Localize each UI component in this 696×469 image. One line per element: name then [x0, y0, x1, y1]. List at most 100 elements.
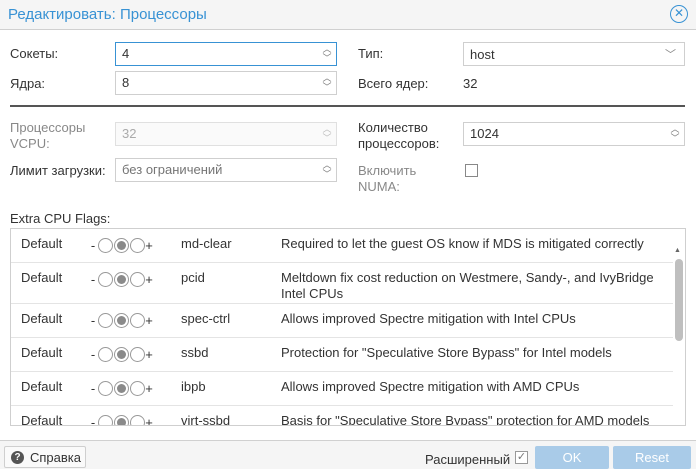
cpu-flags-grid: Default - + md-clear Required to let the…: [10, 228, 686, 426]
scroll-up-icon[interactable]: ▲: [674, 247, 681, 254]
radio-on[interactable]: [129, 346, 145, 362]
radio-default[interactable]: [113, 271, 129, 287]
close-icon[interactable]: ✕: [670, 5, 688, 23]
minus-label: -: [90, 414, 96, 426]
cores-label: Ядра:: [10, 76, 46, 91]
sockets-input[interactable]: [122, 46, 302, 61]
plus-label: +: [145, 414, 153, 426]
plus-label: +: [145, 346, 153, 362]
type-label: Тип:: [358, 46, 384, 61]
type-value: host: [470, 47, 495, 62]
flag-state-selector[interactable]: - +: [89, 271, 153, 287]
flag-state-selector[interactable]: - +: [89, 380, 153, 396]
radio-default[interactable]: [113, 414, 129, 425]
cpu-units-label: Количество процессоров:: [358, 120, 439, 152]
cores-input[interactable]: [122, 75, 302, 90]
radio-off[interactable]: [97, 271, 113, 287]
sockets-field[interactable]: ︿﹀: [115, 42, 337, 66]
flag-description: Meltdown fix cost reduction on Westmere,…: [281, 270, 654, 301]
numa-checkbox[interactable]: [465, 164, 478, 177]
spinner-icon[interactable]: ︿ ﹀: [322, 161, 332, 179]
table-row: Default - + spec-ctrl Allows improved Sp…: [11, 304, 673, 338]
flag-state-selector[interactable]: - +: [89, 237, 153, 253]
flag-state-selector[interactable]: - +: [89, 414, 153, 426]
minus-label: -: [90, 271, 96, 287]
flag-description: Allows improved Spectre mitigation with …: [281, 379, 580, 394]
cpu-limit-label: Лимит загрузки:: [10, 163, 106, 178]
dialog-footer: ? Справка Расширенный ✓ OK Reset: [0, 440, 696, 469]
flag-name: virt-ssbd: [181, 413, 231, 426]
vcpus-field: ︿﹀: [115, 122, 337, 146]
divider: [10, 105, 685, 107]
sockets-label: Сокеты:: [10, 46, 59, 61]
flag-name: ssbd: [181, 345, 209, 360]
cpu-limit-field[interactable]: ︿﹀: [115, 158, 337, 182]
flag-description: Basis for "Speculative Store Bypass" pro…: [281, 413, 650, 426]
radio-off[interactable]: [97, 414, 113, 425]
flag-default-label: Default: [21, 345, 63, 360]
spinner-icon[interactable]: ︿ ﹀: [322, 45, 332, 63]
flag-default-label: Default: [21, 413, 63, 426]
radio-on[interactable]: [129, 380, 145, 396]
table-row: Default - + md-clear Required to let the…: [11, 229, 673, 263]
radio-default[interactable]: [113, 237, 129, 253]
flag-default-label: Default: [21, 270, 63, 285]
plus-label: +: [145, 312, 153, 328]
dialog-titlebar: Редактировать: Процессоры ✕: [0, 0, 696, 30]
vcpus-label: Процессоры VCPU:: [10, 120, 85, 152]
cpu-units-input[interactable]: [470, 126, 650, 141]
radio-off[interactable]: [97, 380, 113, 396]
reset-button[interactable]: Reset: [613, 446, 691, 469]
grid-scrollbar[interactable]: ▲: [674, 247, 684, 425]
flag-description: Protection for "Speculative Store Bypass…: [281, 345, 612, 360]
flag-name: md-clear: [181, 236, 232, 251]
radio-default[interactable]: [113, 380, 129, 396]
flag-name: ibpb: [181, 379, 206, 394]
dialog-title: Редактировать: Процессоры: [8, 6, 207, 23]
plus-label: +: [145, 380, 153, 396]
cpu-limit-input[interactable]: [122, 162, 302, 177]
question-icon: ?: [11, 450, 24, 464]
radio-on[interactable]: [129, 271, 145, 287]
total-cores-value: 32: [463, 76, 478, 91]
radio-off[interactable]: [97, 312, 113, 328]
table-row: Default - + ibpb Allows improved Spectre…: [11, 372, 673, 406]
numa-label-line2: NUMA:: [358, 179, 400, 194]
flag-default-label: Default: [21, 236, 63, 251]
radio-off[interactable]: [97, 237, 113, 253]
radio-default[interactable]: [113, 346, 129, 362]
numa-label: Включить NUMA:: [358, 163, 416, 195]
spinner-icon[interactable]: ︿ ﹀: [670, 125, 680, 143]
vcpus-input: [122, 126, 302, 141]
radio-on[interactable]: [129, 312, 145, 328]
minus-label: -: [90, 312, 96, 328]
vcpus-label-line2: VCPU:: [10, 136, 50, 151]
cpu-units-label-line1: Количество: [358, 120, 428, 135]
chevron-down-icon[interactable]: ﹀: [665, 46, 676, 62]
radio-on[interactable]: [129, 237, 145, 253]
spinner-icon[interactable]: ︿ ﹀: [322, 74, 332, 92]
minus-label: -: [90, 237, 96, 253]
scrollbar-thumb[interactable]: [675, 259, 683, 341]
help-button[interactable]: ? Справка: [4, 446, 86, 468]
cpu-units-field[interactable]: ︿﹀: [463, 122, 685, 146]
radio-default[interactable]: [113, 312, 129, 328]
minus-label: -: [90, 380, 96, 396]
flag-default-label: Default: [21, 379, 63, 394]
flag-state-selector[interactable]: - +: [89, 346, 153, 362]
plus-label: +: [145, 237, 153, 253]
radio-off[interactable]: [97, 346, 113, 362]
radio-on[interactable]: [129, 414, 145, 425]
cores-field[interactable]: ︿﹀: [115, 71, 337, 95]
flag-state-selector[interactable]: - +: [89, 312, 153, 328]
flag-name: pcid: [181, 270, 205, 285]
flag-description: Allows improved Spectre mitigation with …: [281, 311, 576, 326]
ok-button[interactable]: OK: [535, 446, 609, 469]
advanced-label: Расширенный: [425, 452, 511, 467]
advanced-checkbox[interactable]: ✓: [515, 451, 528, 464]
spinner-icon: ︿ ﹀: [322, 124, 332, 143]
table-row: Default - + virt-ssbd Basis for "Specula…: [11, 406, 673, 426]
type-select[interactable]: host ﹀: [463, 42, 685, 66]
flag-description: Required to let the guest OS know if MDS…: [281, 236, 644, 251]
total-cores-label: Всего ядер:: [358, 76, 429, 91]
